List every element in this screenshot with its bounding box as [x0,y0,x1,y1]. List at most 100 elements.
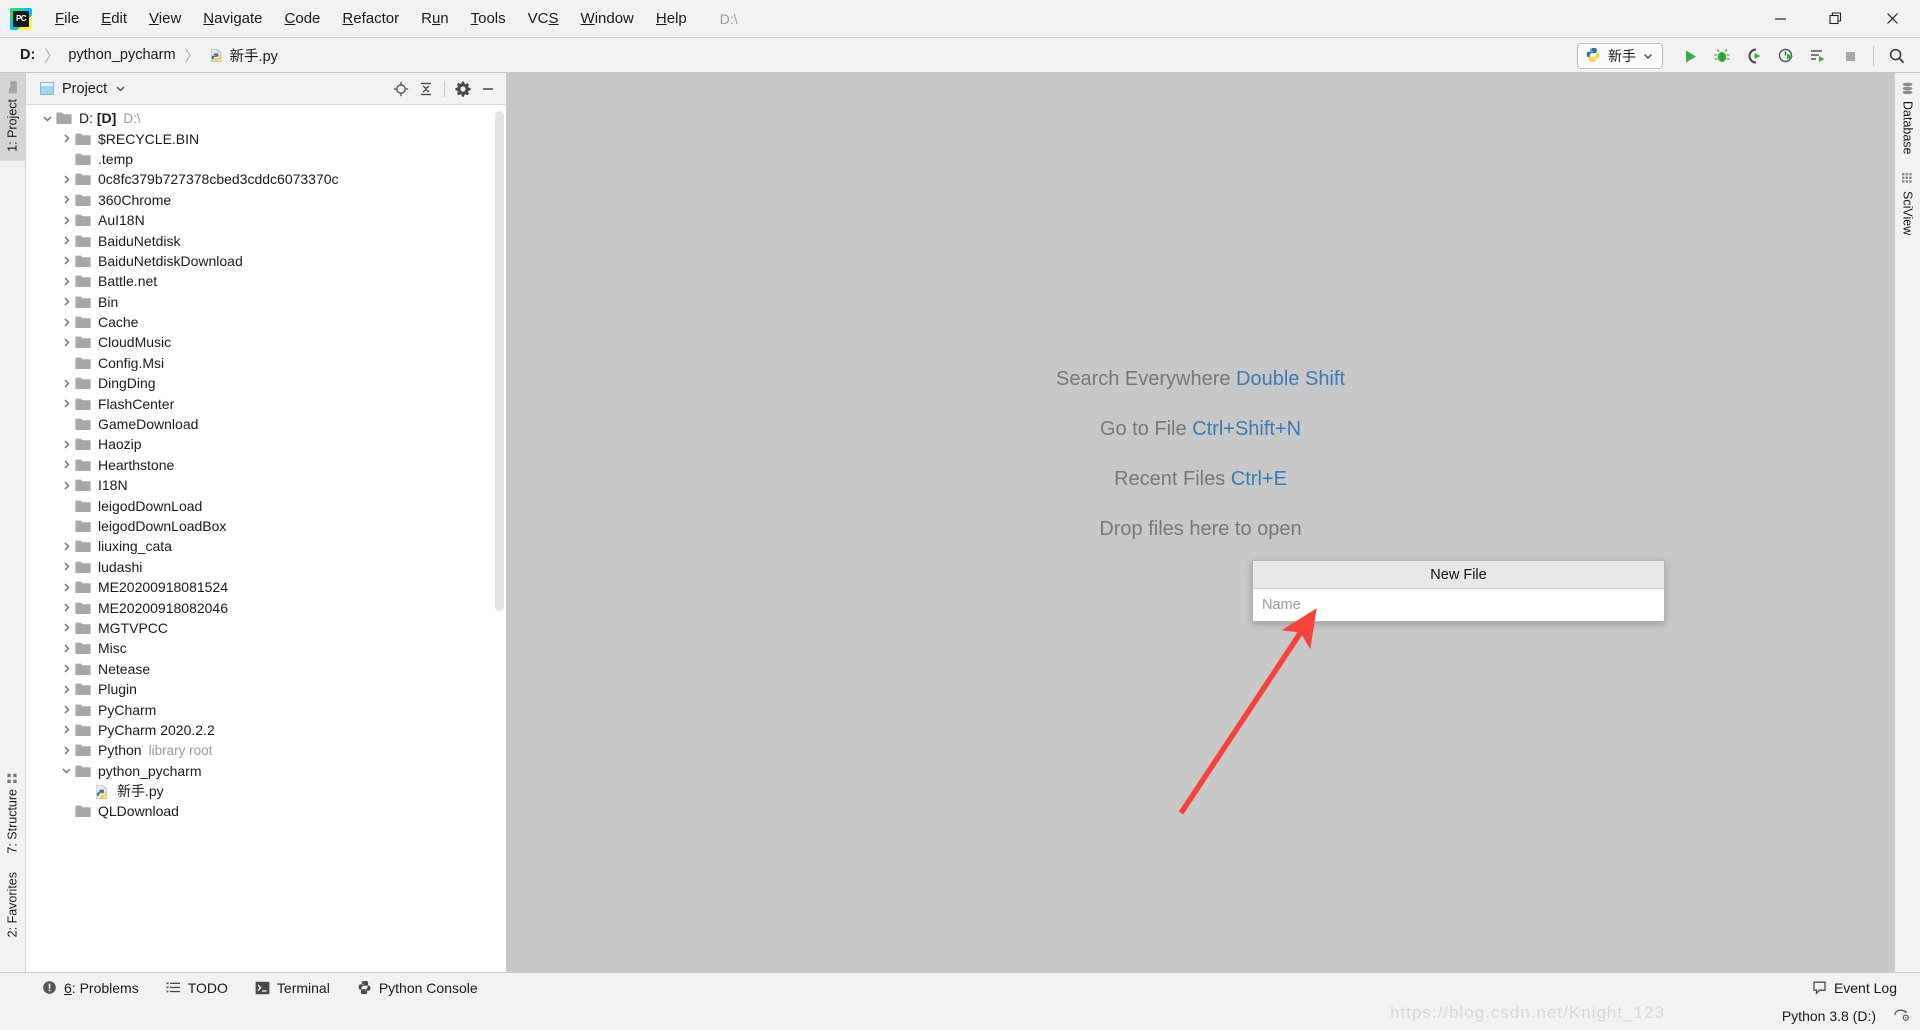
breadcrumb-item-1[interactable]: python_pycharm [64,45,179,65]
run-tests-button[interactable] [1803,42,1833,70]
tree-row[interactable]: liuxing_cata [26,536,506,556]
sidebar-item-project[interactable]: 1: Project [0,73,25,161]
minimize-button[interactable] [1752,0,1808,37]
tree-row[interactable]: 新手.py [26,781,506,801]
tree-row[interactable]: ME20200918082046 [26,597,506,617]
tree-row[interactable]: FlashCenter [26,393,506,413]
tree-row[interactable]: PyCharm 2020.2.2 [26,720,506,740]
chevron-right-icon[interactable] [57,215,75,226]
menu-item-tools[interactable]: Tools [460,7,517,30]
chevron-right-icon[interactable] [57,582,75,593]
tree-row[interactable]: Python library root [26,740,506,760]
tree-row[interactable]: GameDownload [26,414,506,434]
bottom-item-python-console[interactable]: Python Console [346,977,489,999]
tree-row[interactable]: DingDing [26,373,506,393]
scrollbar-thumb[interactable] [495,111,504,611]
bottom-item-terminal[interactable]: Terminal [244,977,341,999]
tree-row[interactable]: Cache [26,312,506,332]
tree-row[interactable]: ME20200918081524 [26,577,506,597]
run-with-coverage-button[interactable] [1739,42,1769,70]
chevron-down-icon[interactable] [38,113,56,124]
chevron-right-icon[interactable] [57,276,75,287]
settings-button[interactable] [451,77,475,101]
settings-gear-icon[interactable] [1893,1007,1910,1025]
chevron-right-icon[interactable] [57,317,75,328]
chevron-right-icon[interactable] [57,643,75,654]
chevron-right-icon[interactable] [57,296,75,307]
python-interpreter-selector[interactable]: Python 3.8 (D:) [1776,1006,1882,1026]
profile-button[interactable] [1771,42,1801,70]
tree-row[interactable]: Misc [26,638,506,658]
run-configuration-selector[interactable]: 新手 [1577,43,1663,69]
close-button[interactable] [1864,0,1920,37]
chevron-right-icon[interactable] [57,378,75,389]
sidebar-item-sciview[interactable]: SciView [1895,164,1920,244]
menu-item-vcs[interactable]: VCS [517,7,570,30]
chevron-right-icon[interactable] [57,255,75,266]
chevron-right-icon[interactable] [57,439,75,450]
chevron-right-icon[interactable] [57,194,75,205]
tree-row[interactable]: leigodDownLoad [26,495,506,515]
menu-item-window[interactable]: Window [570,7,645,30]
tree-row[interactable]: BaiduNetdisk [26,230,506,250]
tree-row[interactable]: python_pycharm [26,761,506,781]
chevron-right-icon[interactable] [57,133,75,144]
tree-row[interactable]: MGTVPCC [26,618,506,638]
tree-row[interactable]: PyCharm [26,699,506,719]
menu-item-view[interactable]: View [138,7,192,30]
tree-row[interactable]: Netease [26,659,506,679]
chevron-right-icon[interactable] [57,622,75,633]
tree-row[interactable]: 360Chrome [26,190,506,210]
tree-row[interactable]: Battle.net [26,271,506,291]
tree-row[interactable]: CloudMusic [26,332,506,352]
chevron-right-icon[interactable] [57,745,75,756]
tree-row[interactable]: Config.Msi [26,353,506,373]
new-file-name-input[interactable] [1253,589,1664,621]
restore-button[interactable] [1808,0,1864,37]
menu-item-edit[interactable]: Edit [90,7,138,30]
hide-panel-button[interactable] [476,77,500,101]
tree-row[interactable]: Bin [26,292,506,312]
chevron-right-icon[interactable] [57,561,75,572]
project-tree[interactable]: D: [D] D:\ $RECYCLE.BIN .temp 0c8fc379b72737… [26,105,506,972]
collapse-all-button[interactable] [414,77,438,101]
search-everywhere-button[interactable] [1882,42,1912,70]
tree-row[interactable]: .temp [26,149,506,169]
tree-row[interactable]: Haozip [26,434,506,454]
menu-item-navigate[interactable]: Navigate [192,7,273,30]
breadcrumb-item-2[interactable]: 新手.py [205,43,282,68]
tree-row[interactable]: QLDownload [26,801,506,821]
breadcrumb-item-0[interactable]: D: [16,45,39,65]
chevron-right-icon[interactable] [57,459,75,470]
tree-row[interactable]: Plugin [26,679,506,699]
stop-button[interactable] [1835,42,1865,70]
project-tree-scrollbar[interactable] [494,105,505,972]
chevron-down-icon[interactable] [57,765,75,776]
tree-row[interactable]: leigodDownLoadBox [26,516,506,536]
tree-row[interactable]: Hearthstone [26,455,506,475]
bottom-item-problems[interactable]: 6: Problems [31,977,150,999]
sidebar-item-database[interactable]: Database [1895,73,1920,164]
chevron-right-icon[interactable] [57,663,75,674]
chevron-right-icon[interactable] [57,684,75,695]
bottom-item-todo[interactable]: TODO [155,977,239,999]
chevron-right-icon[interactable] [57,704,75,715]
run-button[interactable] [1675,42,1705,70]
tree-row[interactable]: ludashi [26,557,506,577]
chevron-right-icon[interactable] [57,541,75,552]
chevron-right-icon[interactable] [57,174,75,185]
tree-row[interactable]: AuI18N [26,210,506,230]
menu-item-file[interactable]: File [44,7,90,30]
locate-file-button[interactable] [389,77,413,101]
menu-item-help[interactable]: Help [645,7,698,30]
tree-row[interactable]: BaiduNetdiskDownload [26,251,506,271]
chevron-right-icon[interactable] [57,724,75,735]
chevron-right-icon[interactable] [57,602,75,613]
tree-row[interactable]: D: [D] D:\ [26,108,506,128]
event-log-button[interactable]: Event Log [1801,977,1908,999]
menu-item-run[interactable]: Run [410,7,460,30]
project-panel-title-group[interactable]: Project [40,81,126,97]
menu-item-refactor[interactable]: Refactor [331,7,410,30]
tree-row[interactable]: I18N [26,475,506,495]
debug-button[interactable] [1707,42,1737,70]
